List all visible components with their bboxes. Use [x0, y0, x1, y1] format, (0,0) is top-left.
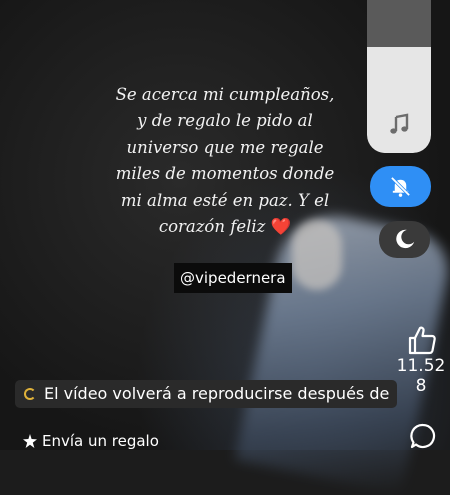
- sparkle-gift-icon: [23, 434, 37, 448]
- send-gift-label: Envía un regalo: [42, 432, 159, 450]
- volume-slider-fill: [367, 47, 431, 153]
- music-note-icon: [390, 113, 409, 134]
- quote-line-text: corazón feliz: [158, 217, 266, 237]
- creator-handle: @vipedernera: [174, 263, 292, 293]
- quote-text: Se acerca mi cumpleaños, y de regalo le …: [100, 82, 350, 240]
- heart-emoji: ❤️: [270, 217, 292, 237]
- comment-bubble-icon[interactable]: [410, 423, 436, 449]
- like-count-line: 11.52: [396, 356, 446, 376]
- quote-line-last: corazón feliz ❤️: [100, 214, 350, 240]
- quote-line: Se acerca mi cumpleaños,: [115, 85, 335, 104]
- moon-icon: [396, 229, 415, 249]
- dark-mode-toggle-button[interactable]: [379, 221, 430, 258]
- like-count-line: 8: [415, 376, 427, 396]
- like-count: 11.52 8: [392, 356, 450, 396]
- replay-notice-text: El vídeo volverá a reproducirse después …: [44, 384, 390, 403]
- loading-spinner-icon: [24, 388, 36, 400]
- quote-line: miles de momentos donde: [115, 164, 335, 184]
- quote-line: mi alma esté en paz. Y el: [120, 190, 330, 210]
- quote-line: y de regalo le pido al: [137, 111, 313, 131]
- mute-toggle-button[interactable]: [370, 166, 431, 207]
- quote-line: universo que me regale: [126, 137, 324, 157]
- replay-notice: El vídeo volverá a reproducirse después …: [15, 380, 397, 408]
- send-gift-button[interactable]: Envía un regalo: [22, 431, 159, 451]
- thumbs-up-icon[interactable]: [406, 324, 438, 356]
- bell-off-icon: [390, 176, 411, 197]
